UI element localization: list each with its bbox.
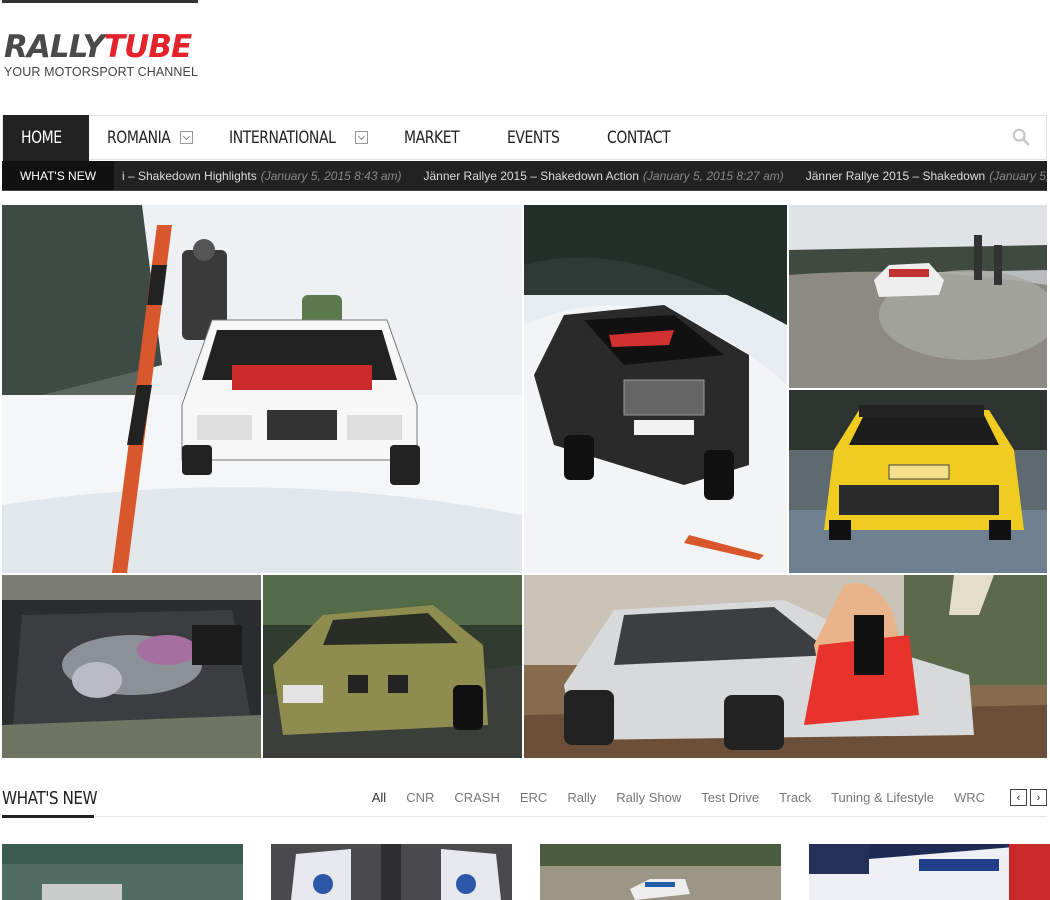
thumb-image <box>540 844 781 900</box>
nav-item-market[interactable]: MARKET <box>386 116 489 159</box>
ticker-track: i – Shakedown Highlights (January 5, 2015… <box>122 161 1047 190</box>
fiesta-image <box>789 390 1047 573</box>
post-thumb[interactable] <box>809 844 1050 900</box>
nav-item-contact[interactable]: CONTACT <box>589 116 702 159</box>
tile-gravel-rally[interactable] <box>789 205 1047 388</box>
tile-yellow-fiesta[interactable] <box>789 390 1047 573</box>
post-thumb[interactable] <box>271 844 512 900</box>
section-title-underline <box>2 815 94 818</box>
gravel-rally-image <box>789 205 1047 388</box>
ticker-item[interactable]: i – Shakedown Highlights (January 5, 2015… <box>122 169 402 183</box>
filter-tuning-lifestyle[interactable]: Tuning & Lifestyle <box>831 790 934 805</box>
ticker-label: WHAT'S NEW <box>2 161 114 190</box>
tile-engine-bay[interactable] <box>2 575 261 758</box>
mercedes-rally-image <box>524 205 787 573</box>
section-rule <box>2 816 1047 817</box>
post-thumb[interactable] <box>2 844 243 900</box>
tile-gold-bmw[interactable] <box>263 575 522 758</box>
gold-bmw-image <box>263 575 522 758</box>
chevron-down-icon <box>354 131 368 144</box>
logo-tagline: YOUR MOTORSPORT CHANNEL <box>4 65 198 79</box>
nav-item-events[interactable]: EVENTS <box>489 116 589 159</box>
silver-bmw-image <box>524 575 1047 758</box>
tile-peugeot-snow[interactable] <box>2 205 522 573</box>
post-thumb[interactable] <box>540 844 781 900</box>
filter-crash[interactable]: CRASH <box>454 790 500 805</box>
site-logo[interactable]: RALLYTUBE YOUR MOTORSPORT CHANNEL <box>4 30 204 85</box>
search-icon[interactable] <box>1012 128 1030 146</box>
logo-wordmark: RALLYTUBE <box>4 29 192 65</box>
section-title-whats-new: WHAT'S NEW <box>2 788 98 809</box>
filter-track[interactable]: Track <box>779 790 811 805</box>
filter-cnr[interactable]: CNR <box>406 790 434 805</box>
filter-test-drive[interactable]: Test Drive <box>701 790 759 805</box>
filter-rally-show[interactable]: Rally Show <box>616 790 681 805</box>
filter-erc[interactable]: ERC <box>520 790 547 805</box>
filter-wrc[interactable]: WRC <box>954 790 985 805</box>
next-button[interactable]: › <box>1030 789 1047 806</box>
ticker-item[interactable]: Jänner Rallye 2015 – Shakedown Action (Ja… <box>424 169 784 183</box>
nav-item-home[interactable]: HOME <box>3 115 89 161</box>
carousel-arrows: ‹ › <box>1010 789 1047 806</box>
engine-image <box>2 575 261 758</box>
thumb-image <box>2 844 243 900</box>
filter-all[interactable]: All <box>372 790 386 805</box>
ticker-item[interactable]: Jänner Rallye 2015 – Shakedown (January 5… <box>806 169 1047 183</box>
peugeot-rally-image <box>2 205 522 573</box>
main-nav: HOME ROMANIA INTERNATIONAL MARKET EVENTS… <box>2 115 1047 161</box>
thumb-image <box>809 844 1050 900</box>
filter-rally[interactable]: Rally <box>567 790 596 805</box>
category-filter: All CNR CRASH ERC Rally Rally Show Test … <box>352 790 985 805</box>
featured-grid <box>2 205 1047 758</box>
chevron-down-icon <box>179 131 193 144</box>
nav-item-international[interactable]: INTERNATIONAL <box>211 116 386 159</box>
news-ticker: i – Shakedown Highlights (January 5, 2015… <box>2 161 1047 191</box>
tile-silver-bmw[interactable] <box>524 575 1047 758</box>
nav-item-romania[interactable]: ROMANIA <box>89 116 211 159</box>
prev-button[interactable]: ‹ <box>1010 789 1027 806</box>
tile-mercedes-snow[interactable] <box>524 205 787 573</box>
thumb-image <box>271 844 512 900</box>
top-accent-bar <box>2 0 198 3</box>
